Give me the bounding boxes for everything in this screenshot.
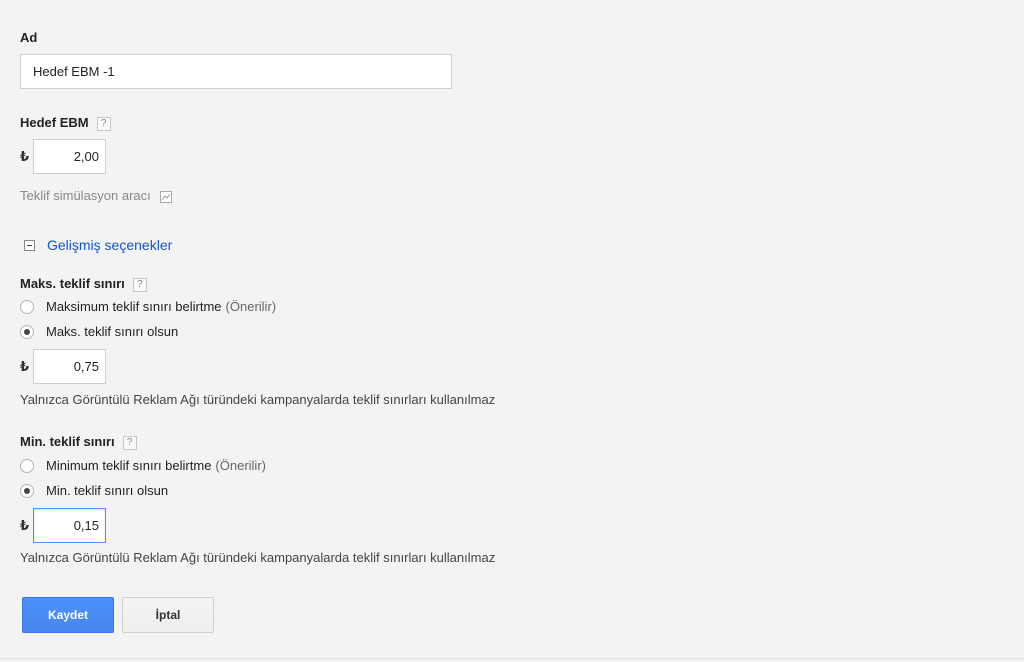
save-button[interactable]: Kaydet bbox=[22, 597, 114, 633]
target-cpa-label: Hedef EBM? bbox=[20, 115, 111, 131]
max-bid-option-set[interactable]: Maks. teklif sınırı olsun bbox=[20, 324, 178, 339]
max-bid-label: Maks. teklif sınırı? bbox=[20, 276, 147, 292]
name-input[interactable]: Hedef EBM -1 bbox=[20, 54, 452, 89]
collapse-minus-icon[interactable] bbox=[24, 239, 35, 251]
recommended-hint: (Önerilir) bbox=[215, 458, 266, 473]
max-bid-option-none-label: Maksimum teklif sınırı belirtme bbox=[46, 299, 222, 314]
min-bid-option-set-label: Min. teklif sınırı olsun bbox=[46, 483, 169, 498]
help-icon[interactable]: ? bbox=[96, 116, 111, 131]
divider bbox=[0, 658, 1024, 659]
bid-simulator-label: Teklif simülasyon aracı bbox=[20, 188, 151, 203]
min-bid-note: Yalnızca Görüntülü Reklam Ağı türündeki … bbox=[20, 550, 496, 565]
radio-button[interactable] bbox=[20, 299, 34, 314]
max-bid-input[interactable]: 0,75 bbox=[33, 349, 106, 384]
min-bid-option-none[interactable]: Minimum teklif sınırı belirtme (Önerilir… bbox=[20, 458, 266, 473]
name-label: Ad bbox=[20, 30, 38, 45]
max-bid-option-none[interactable]: Maksimum teklif sınırı belirtme (Önerili… bbox=[20, 299, 276, 314]
radio-button-checked[interactable] bbox=[20, 324, 34, 339]
advanced-options-toggle[interactable]: Gelişmiş seçenekler bbox=[24, 237, 172, 253]
min-bid-input[interactable]: 0,15 bbox=[33, 508, 106, 543]
radio-button-checked[interactable] bbox=[20, 483, 34, 498]
chart-icon[interactable] bbox=[160, 190, 173, 203]
bid-simulator-link[interactable]: Teklif simülasyon aracı bbox=[20, 188, 173, 203]
currency-symbol: ₺ bbox=[20, 149, 30, 164]
help-icon[interactable]: ? bbox=[132, 277, 147, 292]
help-icon[interactable]: ? bbox=[122, 435, 137, 450]
advanced-options-label[interactable]: Gelişmiş seçenekler bbox=[47, 237, 172, 253]
max-bid-note: Yalnızca Görüntülü Reklam Ağı türündeki … bbox=[20, 392, 496, 407]
max-bid-label-text: Maks. teklif sınırı bbox=[20, 276, 125, 291]
recommended-hint: (Önerilir) bbox=[225, 299, 277, 314]
max-bid-option-set-label: Maks. teklif sınırı olsun bbox=[46, 324, 179, 339]
currency-symbol: ₺ bbox=[20, 518, 30, 533]
min-bid-label-text: Min. teklif sınırı bbox=[20, 434, 115, 449]
cancel-button[interactable]: İptal bbox=[122, 597, 214, 633]
min-bid-option-none-label: Minimum teklif sınırı belirtme bbox=[46, 458, 212, 473]
min-bid-option-set[interactable]: Min. teklif sınırı olsun bbox=[20, 483, 168, 498]
currency-symbol: ₺ bbox=[20, 359, 30, 374]
min-bid-label: Min. teklif sınırı? bbox=[20, 434, 137, 450]
radio-button[interactable] bbox=[20, 458, 34, 473]
target-cpa-label-text: Hedef EBM bbox=[20, 115, 89, 130]
target-cpa-input[interactable]: 2,00 bbox=[33, 139, 106, 174]
